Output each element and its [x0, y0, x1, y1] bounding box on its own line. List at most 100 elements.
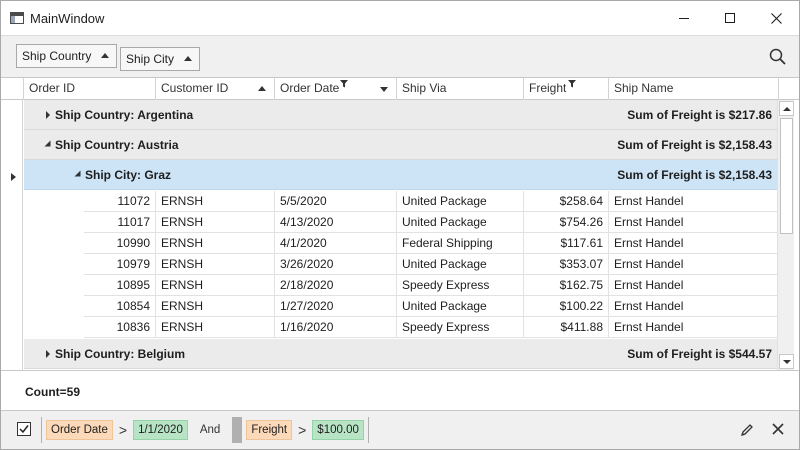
group-chip-label: Ship Country	[22, 49, 92, 63]
filter-field-order-date[interactable]: Order Date	[46, 420, 113, 440]
group-indent	[24, 191, 84, 338]
group-chip-ship-country[interactable]: Ship Country	[16, 44, 117, 68]
filter-enabled-checkbox[interactable]	[17, 422, 31, 436]
cell-order-date: 4/1/2020	[275, 233, 397, 254]
cell-order-id: 10895	[84, 275, 156, 296]
column-header-order-id[interactable]: Order ID	[24, 78, 156, 100]
filter-funnel-icon[interactable]	[568, 80, 576, 88]
table-row[interactable]: 10990 ERNSH 4/1/2020 Federal Shipping $1…	[84, 233, 777, 254]
group-summary: Sum of Freight is $2,158.43	[617, 168, 772, 182]
column-header-order-date[interactable]: Order Date	[275, 78, 397, 100]
clear-filter-button[interactable]	[771, 422, 785, 436]
table-row[interactable]: 10895 ERNSH 2/18/2020 Speedy Express $16…	[84, 275, 777, 296]
cell-ship-via: Speedy Express	[397, 317, 524, 338]
column-header-customer-id[interactable]: Customer ID	[156, 78, 275, 100]
group-row-belgium[interactable]: Ship Country: Belgium Sum of Freight is …	[24, 339, 777, 369]
pencil-icon	[740, 424, 753, 437]
scroll-up-button[interactable]	[779, 101, 794, 116]
cell-ship-name: Ernst Handel	[614, 299, 684, 313]
filter-operator[interactable]: >	[294, 420, 310, 440]
expand-arrow-icon[interactable]	[46, 350, 50, 358]
cell-order-date: 2/18/2020	[275, 275, 397, 296]
filter-value-date[interactable]: 1/1/2020	[133, 420, 188, 440]
cell-ship-name: Ernst Handel	[614, 215, 684, 229]
filter-logic-operator[interactable]: And	[190, 420, 230, 440]
maximize-button[interactable]	[707, 1, 753, 35]
close-icon	[772, 423, 784, 435]
close-button[interactable]	[753, 1, 799, 35]
cell-customer-id: ERNSH	[156, 254, 275, 275]
total-summary-row: Count=59	[1, 370, 799, 410]
sort-descending-icon	[380, 87, 388, 92]
cell-ship-name: Ernst Handel	[614, 194, 684, 208]
count-summary: Count=59	[25, 385, 81, 399]
cell-freight: $162.75	[524, 275, 609, 296]
arrow-down-icon	[782, 359, 791, 364]
minimize-button[interactable]	[661, 1, 707, 35]
cell-customer-id: ERNSH	[156, 275, 275, 296]
main-window: MainWindow Ship Country Ship City Order …	[0, 0, 800, 450]
search-button[interactable]	[767, 46, 789, 68]
cell-freight: $117.61	[524, 233, 609, 254]
group-caption: Ship City: Graz	[85, 168, 172, 182]
group-row-argentina[interactable]: Ship Country: Argentina Sum of Freight i…	[24, 100, 777, 130]
cell-customer-id: ERNSH	[156, 233, 275, 254]
header-indent	[1, 78, 24, 100]
group-row-graz[interactable]: Ship City: Graz Sum of Freight is $2,158…	[24, 160, 777, 190]
collapse-arrow-icon[interactable]	[74, 170, 81, 177]
close-icon	[770, 12, 782, 24]
grid-right-edge	[794, 100, 799, 370]
table-row[interactable]: 10979 ERNSH 3/26/2020 United Package $35…	[84, 254, 777, 275]
table-row[interactable]: 11072 ERNSH 5/5/2020 United Package $258…	[84, 191, 777, 212]
cell-ship-name: Ernst Handel	[614, 278, 684, 292]
filter-operator[interactable]: >	[115, 420, 131, 440]
column-header-ship-name[interactable]: Ship Name	[609, 78, 779, 100]
filter-field-freight[interactable]: Freight	[246, 420, 293, 440]
cell-ship-via: United Package	[397, 254, 524, 275]
cell-customer-id: ERNSH	[156, 296, 275, 317]
group-summary: Sum of Freight is $2,158.43	[617, 138, 772, 152]
group-chip-ship-city[interactable]: Ship City	[120, 47, 200, 71]
filter-group-bracket	[367, 417, 369, 443]
window-title: MainWindow	[30, 11, 105, 26]
group-by-panel: Ship Country Ship City	[1, 35, 799, 78]
cell-freight: $353.07	[524, 254, 609, 275]
column-header-ship-via[interactable]: Ship Via	[397, 78, 524, 100]
group-row-austria[interactable]: Ship Country: Austria Sum of Freight is …	[24, 130, 777, 160]
group-caption: Ship Country: Argentina	[55, 108, 194, 122]
filter-value-freight[interactable]: $100.00	[312, 420, 364, 440]
cell-order-date: 4/13/2020	[275, 212, 397, 233]
group-summary: Sum of Freight is $217.86	[627, 108, 772, 122]
table-row[interactable]: 10854 ERNSH 1/27/2020 United Package $10…	[84, 296, 777, 317]
scroll-down-button[interactable]	[779, 354, 794, 369]
column-header-row: Order ID Customer ID Order Date Ship Via…	[1, 78, 799, 100]
table-row[interactable]: 10836 ERNSH 1/16/2020 Speedy Express $41…	[84, 317, 777, 338]
cell-order-id: 10836	[84, 317, 156, 338]
scroll-thumb[interactable]	[780, 118, 793, 234]
filter-panel: Order Date > 1/1/2020 And Freight > $100…	[1, 410, 799, 449]
arrow-up-icon	[782, 106, 791, 111]
column-header-label: Freight	[529, 81, 567, 95]
minimize-icon	[679, 17, 689, 19]
cell-freight: $100.22	[524, 296, 609, 317]
collapse-arrow-icon[interactable]	[44, 140, 51, 147]
cell-order-id: 11072	[84, 191, 156, 212]
expand-arrow-icon[interactable]	[46, 111, 50, 119]
group-caption: Ship Country: Belgium	[55, 347, 185, 361]
vertical-scrollbar[interactable]	[777, 100, 794, 370]
column-header-freight[interactable]: Freight	[524, 78, 609, 100]
cell-ship-via: United Package	[397, 191, 524, 212]
window-icon	[10, 12, 24, 24]
group-summary: Sum of Freight is $544.57	[627, 347, 772, 361]
filter-expression[interactable]: Order Date > 1/1/2020 And Freight > $100…	[41, 417, 369, 443]
cell-ship-via: United Package	[397, 212, 524, 233]
edit-filter-button[interactable]	[739, 422, 755, 438]
cell-order-date: 5/5/2020	[275, 191, 397, 212]
cell-customer-id: ERNSH	[156, 212, 275, 233]
cell-freight: $754.26	[524, 212, 609, 233]
cell-customer-id: ERNSH	[156, 317, 275, 338]
filter-funnel-icon[interactable]	[340, 80, 348, 88]
cell-ship-name: Ernst Handel	[614, 257, 684, 271]
maximize-icon	[725, 13, 735, 23]
table-row[interactable]: 11017 ERNSH 4/13/2020 United Package $75…	[84, 212, 777, 233]
